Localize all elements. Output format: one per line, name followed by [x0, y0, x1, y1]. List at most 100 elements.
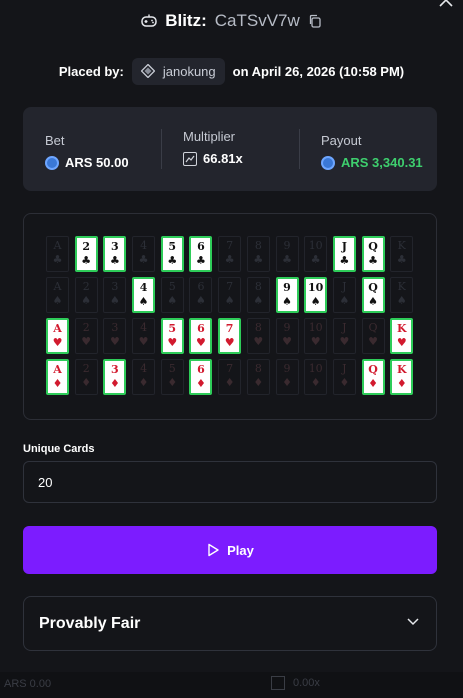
card-suit: ♣ [138, 253, 149, 266]
card-suit: ♦ [196, 377, 206, 390]
card-suit: ♦ [81, 376, 92, 389]
card-rank: 5 [168, 362, 176, 375]
play-button[interactable]: Play [23, 526, 437, 574]
card-suit: ♦ [282, 376, 292, 389]
card-rank: 5 [168, 240, 177, 253]
card-suit: ♣ [310, 253, 321, 266]
card-rank: Q [368, 281, 378, 294]
payout-value: ARS 3,340.31 [341, 155, 423, 170]
peek-right: 0.00x [271, 676, 320, 690]
card: J ♠ [332, 277, 356, 313]
card: Q ♥ [361, 318, 385, 354]
card-suit: ♣ [396, 253, 407, 266]
user-chip[interactable]: janokung [131, 57, 225, 85]
card-rank: Q [368, 240, 378, 253]
card-suit: ♥ [167, 336, 178, 349]
card-suit: ♦ [52, 377, 63, 390]
card-rank: 8 [254, 362, 262, 375]
chart-trend-icon [271, 676, 285, 690]
card-rank: 10 [308, 281, 324, 294]
selected-card: Q ♦ [361, 359, 385, 395]
selected-card: 6 ♦ [189, 359, 213, 395]
selected-card: 3 ♦ [103, 359, 127, 395]
card-suit: ♦ [368, 377, 378, 390]
card-suit: ♣ [109, 254, 120, 267]
card-suit: ♦ [310, 376, 321, 389]
multiplier-label: Multiplier [183, 129, 236, 144]
game-name: Blitz: [165, 11, 207, 30]
card-rank: 10 [308, 239, 323, 252]
card-suit: ♣ [339, 254, 350, 267]
card: 9 ♣ [275, 236, 299, 272]
card-suit: ♣ [224, 253, 235, 266]
card-rank: 6 [197, 363, 205, 376]
selected-card: K ♦ [390, 359, 414, 395]
card-rank: 9 [283, 281, 291, 294]
card-suit: ♦ [138, 376, 149, 389]
card: 7 ♦ [218, 359, 242, 395]
card-suit: ♥ [196, 336, 206, 349]
close-icon[interactable] [437, 0, 455, 8]
card: K ♣ [390, 236, 414, 272]
card-suit: ♣ [282, 253, 292, 266]
card-board: A ♣ 2 ♣ 3 ♣ 4 ♣ 5 ♣ 6 ♣ 7 ♣ 8 ♣ 9 ♣ 10 ♣ J ♣ Q ♣ K ♣ A ♠ 2 ♠ 3 ♠ 4 ♠ 5 ♠ 6 ♠ 7… [23, 213, 437, 420]
card-suit: ♥ [368, 335, 378, 348]
card: K ♠ [390, 277, 414, 313]
card-suit: ♠ [396, 294, 407, 307]
card: 10 ♦ [304, 359, 328, 395]
card-rank: 7 [226, 362, 234, 375]
card-suit: ♥ [310, 335, 321, 348]
multiplier-value: 66.81x [203, 151, 243, 166]
card: 8 ♦ [246, 359, 270, 395]
card: 10 ♣ [304, 236, 328, 272]
card-rank: 7 [225, 322, 234, 335]
background-peek: ARS 0.00 0.00x [0, 672, 463, 698]
payout-stat: Payout ARS 3,340.31 [299, 107, 437, 191]
card-rank: 3 [111, 321, 119, 334]
selected-card: 3 ♣ [103, 236, 127, 272]
card-suit: ♣ [167, 254, 178, 267]
selected-card: Q ♣ [361, 236, 385, 272]
card-suit: ♣ [368, 254, 378, 267]
selected-card: 4 ♠ [132, 277, 156, 313]
card-rank: 3 [111, 363, 119, 376]
card-rank: 2 [82, 321, 90, 334]
unique-cards-label: Unique Cards [23, 443, 95, 455]
card-rank: K [397, 280, 406, 293]
copy-icon[interactable] [308, 14, 322, 28]
card-suit: ♥ [138, 335, 149, 348]
card-rank: K [397, 239, 406, 252]
card: 4 ♦ [132, 359, 156, 395]
card-rank: Q [368, 363, 378, 376]
card-rank: 6 [197, 280, 205, 293]
play-label: Play [227, 542, 254, 558]
card: 5 ♦ [160, 359, 184, 395]
card-rank: K [396, 363, 407, 376]
selected-card: 2 ♣ [74, 236, 98, 272]
card-rank: A [53, 280, 62, 293]
card-suit: ♠ [138, 295, 149, 308]
selected-card: 7 ♥ [218, 318, 242, 354]
payout-label: Payout [321, 133, 362, 148]
currency-coin-icon [321, 155, 335, 170]
card: 8 ♠ [246, 277, 270, 313]
card-suit: ♥ [339, 335, 350, 348]
card-suit: ♣ [196, 254, 206, 267]
selected-card: 6 ♣ [189, 236, 213, 272]
username: janokung [162, 63, 216, 79]
provably-fair-title: Provably Fair [39, 614, 141, 632]
placed-by-label: Placed by: [58, 63, 124, 79]
card: 7 ♣ [218, 236, 242, 272]
card-rank: 7 [226, 280, 234, 293]
card-rank: 3 [111, 280, 119, 293]
card-suit: ♥ [396, 336, 407, 349]
bet-stat: Bet ARS 50.00 [23, 107, 161, 191]
unique-cards-input[interactable] [23, 461, 437, 503]
provably-fair-accordion[interactable]: Provably Fair [23, 596, 437, 651]
card: 9 ♥ [275, 318, 299, 354]
card-rank: A [53, 322, 62, 335]
card-suit: ♠ [310, 295, 321, 308]
card: 3 ♠ [103, 277, 127, 313]
card-suit: ♠ [282, 295, 292, 308]
selected-card: 5 ♥ [160, 318, 184, 354]
